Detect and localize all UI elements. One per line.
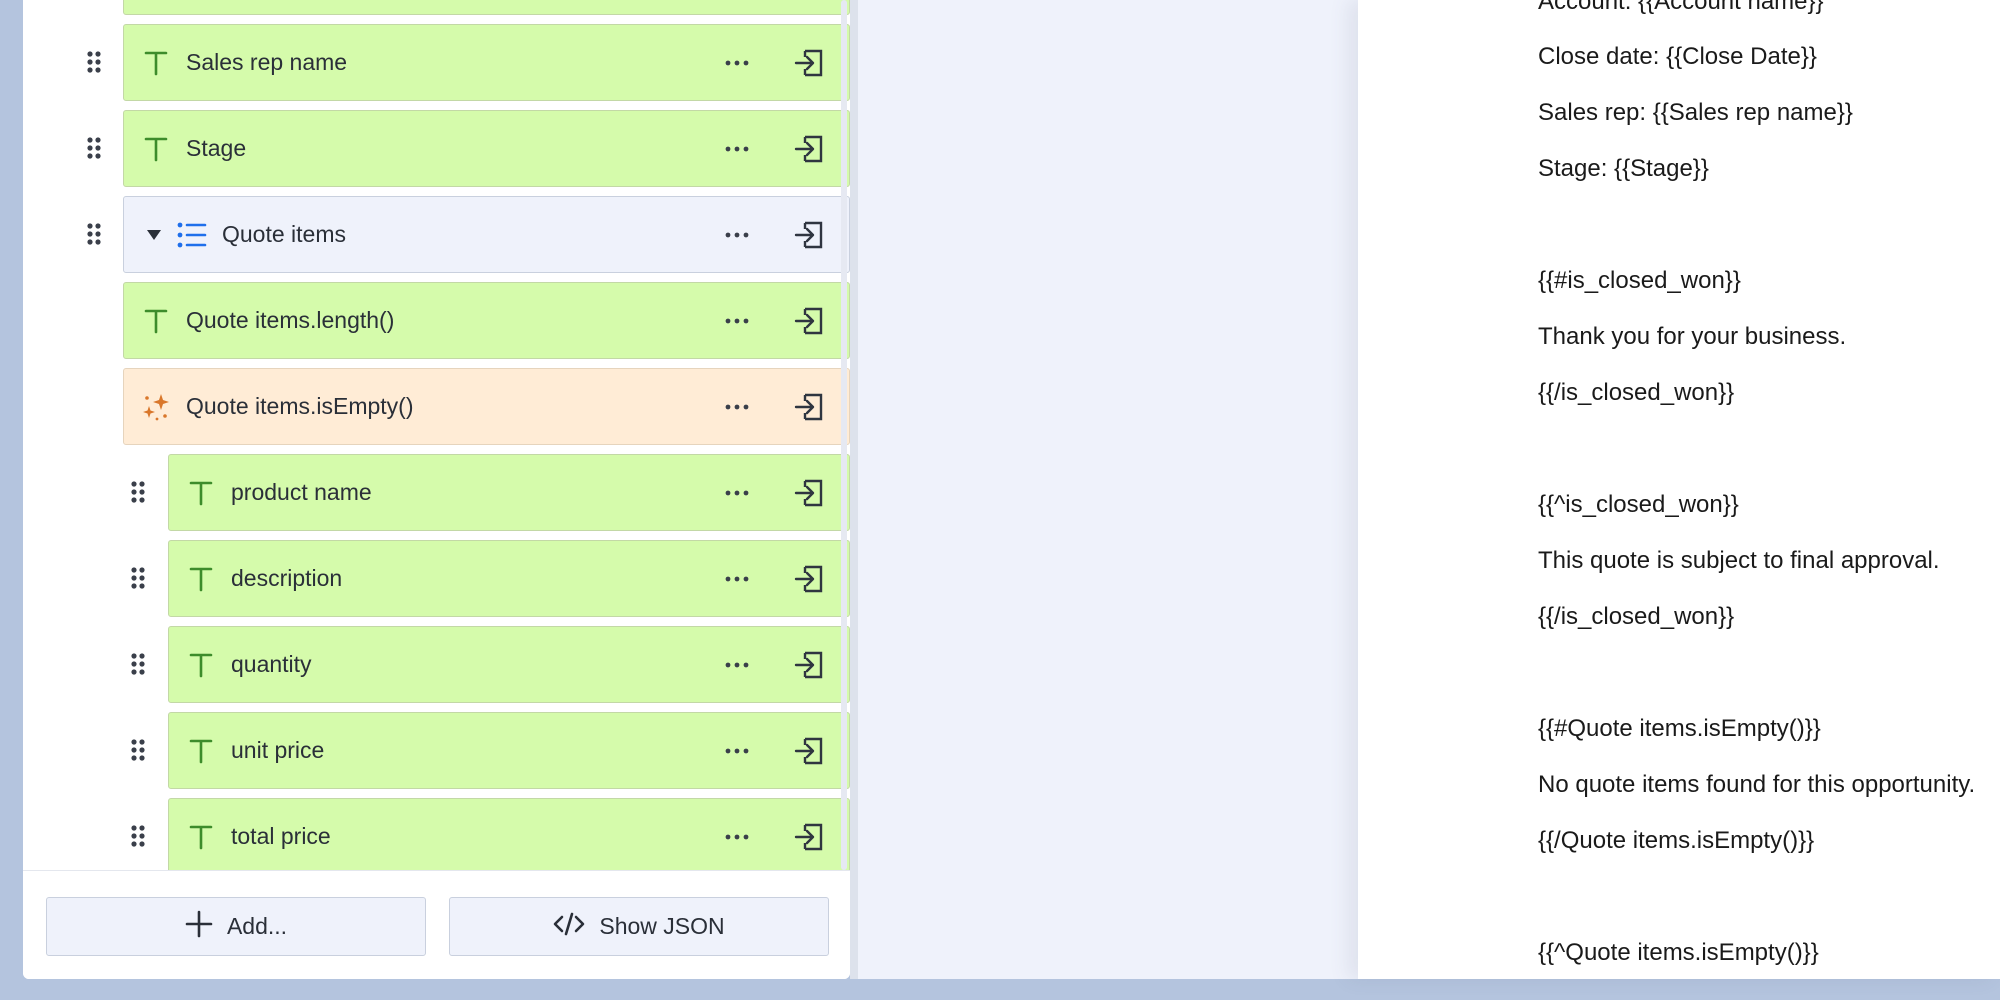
document-line: {{^Quote items.isEmpty()}} <box>1538 939 1819 966</box>
field-row-quantity[interactable]: quantity <box>168 626 850 703</box>
insert-field-icon[interactable] <box>789 559 829 599</box>
insert-field-icon[interactable] <box>789 645 829 685</box>
drag-handle-icon[interactable] <box>126 563 150 593</box>
document-line: This quote is subject to final approval. <box>1538 547 1940 574</box>
insert-field-icon[interactable] <box>789 43 829 83</box>
insert-field-icon[interactable] <box>789 473 829 513</box>
field-list: Sales rep name Stage Quote items Quote i… <box>23 0 850 870</box>
insert-field-icon[interactable] <box>789 387 829 427</box>
text-type-icon <box>181 645 221 685</box>
field-row-product-name[interactable]: product name <box>168 454 850 531</box>
field-row-description[interactable]: description <box>168 540 850 617</box>
field-list-scrollbar[interactable] <box>841 0 847 870</box>
bottom-toolbar: Add... Show JSON <box>23 870 850 979</box>
insert-field-icon[interactable] <box>789 129 829 169</box>
document-line: {{/is_closed_won}} <box>1538 603 1735 630</box>
drag-handle-icon[interactable] <box>126 477 150 507</box>
document-line: Sales rep: {{Sales rep name}} <box>1538 99 1853 126</box>
sparkles-icon <box>136 387 176 427</box>
document-line: {{/is_closed_won}} <box>1538 379 1735 406</box>
document-line: {{#is_closed_won}} <box>1538 267 1741 294</box>
more-horizontal-icon[interactable] <box>717 129 757 169</box>
document-line: Close date: {{Close Date}} <box>1538 43 1817 70</box>
document-line: Thank you for your business. <box>1538 323 1847 350</box>
drag-handle-icon[interactable] <box>126 821 150 851</box>
more-horizontal-icon[interactable] <box>717 645 757 685</box>
list-icon <box>172 215 212 255</box>
drag-handle-icon[interactable] <box>126 735 150 765</box>
more-horizontal-icon[interactable] <box>717 215 757 255</box>
code-icon <box>553 911 585 943</box>
field-row[interactable] <box>123 0 850 15</box>
more-horizontal-icon[interactable] <box>717 387 757 427</box>
more-horizontal-icon[interactable] <box>717 43 757 83</box>
add-button-label: Add... <box>226 913 288 939</box>
drag-handle-icon[interactable] <box>82 133 106 163</box>
plus-icon <box>185 910 213 944</box>
field-row-sales-rep-name[interactable]: Sales rep name <box>123 24 850 101</box>
field-row-unit-price[interactable]: unit price <box>168 712 850 789</box>
text-type-icon <box>181 731 221 771</box>
more-horizontal-icon[interactable] <box>717 817 757 857</box>
text-type-icon <box>136 43 176 83</box>
field-row-stage[interactable]: Stage <box>123 110 850 187</box>
document-line: {{#Quote items.isEmpty()}} <box>1538 715 1821 742</box>
fields-panel: Sales rep name Stage Quote items Quote i… <box>23 0 850 979</box>
insert-field-icon[interactable] <box>789 301 829 341</box>
insert-field-icon[interactable] <box>789 817 829 857</box>
show-json-button[interactable]: Show JSON <box>449 897 829 956</box>
document-line: Stage: {{Stage}} <box>1538 155 1709 182</box>
more-horizontal-icon[interactable] <box>717 559 757 599</box>
drag-handle-icon[interactable] <box>126 649 150 679</box>
text-type-icon <box>181 559 221 599</box>
more-horizontal-icon[interactable] <box>717 301 757 341</box>
panel-divider[interactable] <box>850 0 858 979</box>
field-row-quote-items-isempty[interactable]: Quote items.isEmpty() <box>123 368 850 445</box>
text-type-icon <box>136 301 176 341</box>
caret-down-icon[interactable] <box>142 223 166 247</box>
drag-handle-icon[interactable] <box>82 47 106 77</box>
field-row-quote-items-length[interactable]: Quote items.length() <box>123 282 850 359</box>
field-row-total-price[interactable]: total price <box>168 798 850 870</box>
document-line: {{/Quote items.isEmpty()}} <box>1538 827 1815 854</box>
document-line: Account: {{Account name}} <box>1538 0 1824 15</box>
insert-field-icon[interactable] <box>789 215 829 255</box>
document-line: No quote items found for this opportunit… <box>1538 771 1976 798</box>
field-row-quote-items[interactable]: Quote items <box>123 196 850 273</box>
insert-field-icon[interactable] <box>789 731 829 771</box>
show-json-button-label: Show JSON <box>599 913 725 939</box>
document-line: {{^is_closed_won}} <box>1538 491 1739 518</box>
document-canvas <box>858 0 1358 979</box>
document-page: Account: {{Account name}} Close date: {{… <box>1358 0 2000 979</box>
text-type-icon <box>136 129 176 169</box>
more-horizontal-icon[interactable] <box>717 731 757 771</box>
add-button[interactable]: Add... <box>46 897 426 956</box>
more-horizontal-icon[interactable] <box>717 473 757 513</box>
drag-handle-icon[interactable] <box>82 219 106 249</box>
text-type-icon <box>181 473 221 513</box>
text-type-icon <box>181 817 221 857</box>
